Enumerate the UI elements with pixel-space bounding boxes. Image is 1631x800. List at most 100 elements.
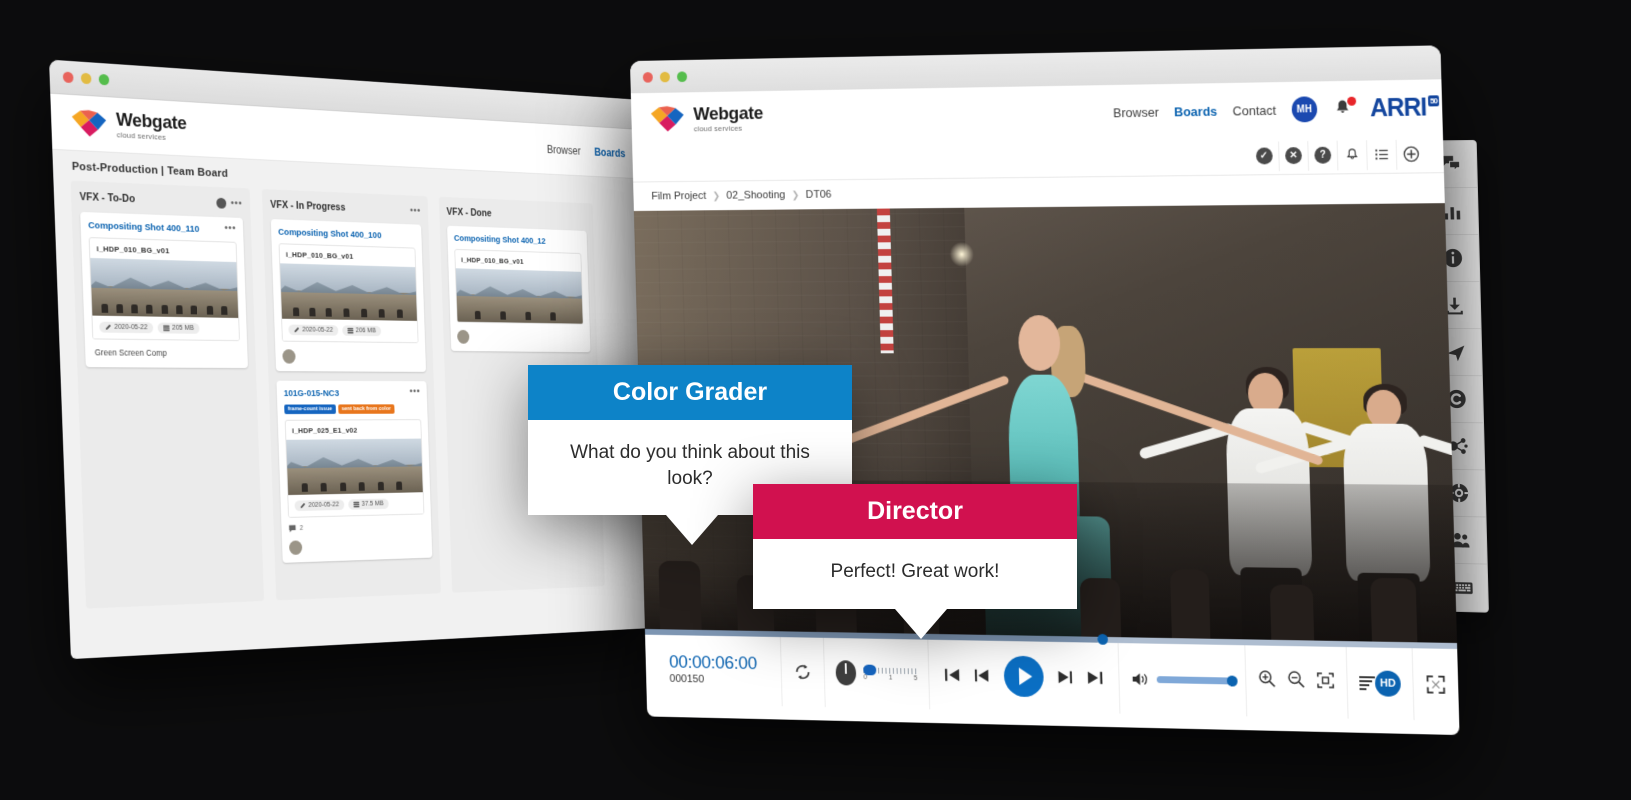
screenshot-stage: Webgate cloud services Browser Boards Po… [0,0,1631,800]
kanban-card[interactable]: 101G-015-NC3 ••• frame-count issue sent … [276,380,433,563]
loop-button[interactable] [780,637,826,708]
speed-label-5: 5 [913,675,918,683]
breadcrumb-item-project[interactable]: Film Project [651,190,706,202]
fit-to-screen-button[interactable] [1316,671,1335,694]
card-asset[interactable]: i_HDP_025_E1_v02 2020-05-22 37.5 MB [284,419,425,518]
card-asset[interactable]: i_HDP_010_BG_v01 2020-05-22 [88,237,240,342]
close-button[interactable] [642,71,653,83]
more-options-icon[interactable]: ••• [230,197,242,209]
size-chip: 37.5 MB [348,498,389,510]
zoom-in-icon [1258,669,1277,688]
asset-meta: 2020-05-22 205 MB [92,315,240,341]
approve-button[interactable]: ✓ [1249,141,1279,171]
asset-thumbnail [455,268,583,324]
asset-meta: 2020-05-22 37.5 MB [288,492,424,517]
toolbar-notifications-button[interactable] [1336,139,1367,170]
webgate-logo-mark [650,106,684,132]
tag-badge[interactable]: sent back from color [337,404,395,414]
callout-role: Color Grader [528,365,852,420]
maximize-button[interactable] [98,73,110,86]
zoom-out-button[interactable] [1287,670,1306,694]
list-view-button[interactable] [1366,139,1397,170]
webgate-logo[interactable]: Webgate cloud services [70,107,187,143]
asset-thumbnail [280,263,417,321]
help-button[interactable]: ? [1307,140,1338,171]
shuttle-control[interactable]: 0 1 5 [835,660,918,687]
more-options-icon[interactable]: ••• [410,205,421,217]
chevron-right-icon: ❯ [712,190,721,202]
avatar[interactable] [457,329,470,344]
speed-scale-labels: 0 1 5 [864,674,918,682]
add-button[interactable] [1395,138,1427,170]
breadcrumb-item-folder[interactable]: 02_Shooting [726,189,785,201]
speed-slider[interactable]: 0 1 5 [863,664,918,682]
card-asset[interactable]: i_HDP_010_BG_v01 2020-05-22 [278,243,419,344]
partner-logo[interactable]: ARRI 50 [1370,93,1440,123]
skip-start-icon [944,668,960,682]
card-more-icon[interactable]: ••• [224,222,236,234]
loop-icon [793,661,814,683]
volume-slider[interactable] [1156,675,1238,687]
chevron-right-icon: ❯ [791,189,800,201]
column-header: VFX - Done [446,206,586,223]
notification-badge [1347,96,1357,106]
kanban-card[interactable]: Compositing Shot 400_100 i_HDP_010_BG_v0… [270,219,427,372]
column-header: VFX - In Progress ••• [270,199,421,216]
webgate-logo[interactable]: Webgate cloud services [649,103,763,133]
avatar[interactable]: MH [1291,96,1318,123]
partner-logo-sup: 50 [1428,94,1440,106]
date-chip: 2020-05-22 [294,499,345,512]
avatar[interactable] [282,349,296,364]
back-nav-browser[interactable]: Browser [547,143,581,157]
maximize-button[interactable] [676,70,688,82]
skip-to-start-button[interactable] [943,666,961,685]
close-button[interactable] [62,71,74,84]
comment-icon [289,525,296,533]
callout-role: Director [753,484,1077,539]
callout-tail [666,515,718,546]
volume-control[interactable] [1131,670,1238,689]
back-nav-boards[interactable]: Boards [594,145,625,159]
kanban-column-todo[interactable]: VFX - To-Do ••• Compositing Shot 400_110… [70,180,265,609]
play-button[interactable] [1003,655,1044,698]
speed-slider-thumb[interactable] [863,664,877,676]
kanban-board-window[interactable]: Webgate cloud services Browser Boards Po… [49,59,656,660]
nav-browser[interactable]: Browser [1113,104,1159,119]
nav-contact[interactable]: Contact [1232,102,1276,117]
step-forward-button[interactable] [1055,668,1073,687]
callout-director: Director Perfect! Great work! [753,484,1077,639]
nav-boards[interactable]: Boards [1174,103,1218,118]
zoom-in-button[interactable] [1258,669,1277,693]
shuttle-knob-icon[interactable] [835,660,857,686]
webgate-logo-mark [71,110,107,137]
main-nav: Browser Boards Contact MH ARRI 50 [1113,93,1440,127]
frame-display: 000150 [669,673,705,686]
skip-to-end-button[interactable] [1085,668,1104,687]
volume-slider-thumb[interactable] [1226,675,1238,687]
kanban-column-in-progress[interactable]: VFX - In Progress ••• Compositing Shot 4… [261,189,441,601]
zoom-out-icon [1287,670,1306,689]
bell-icon [1345,147,1360,162]
timecode-segment: 00:00:06:00 000150 [645,634,783,707]
asset-meta: 2020-05-22 206 MB [282,318,418,343]
brand-name: Webgate [693,103,764,125]
asset-thumbnail [90,257,239,318]
notifications-button[interactable] [1332,96,1357,120]
column-tools[interactable]: ••• [216,197,242,209]
fullscreen-button[interactable] [1413,648,1460,721]
quality-segment[interactable]: HD [1346,647,1415,721]
minimize-button[interactable] [659,71,671,82]
quality-badge[interactable]: HD [1374,670,1402,697]
minimize-button[interactable] [80,72,92,85]
card-asset[interactable]: i_HDP_010_BG_v01 [454,248,584,325]
reject-button[interactable]: ✕ [1278,140,1309,171]
kanban-card[interactable]: Compositing Shot 400_12 i_HDP_010_BG_v01 [447,225,591,353]
avatar[interactable] [288,540,303,556]
kanban-card[interactable]: Compositing Shot 400_110 ••• i_HDP_010_B… [80,211,248,369]
tag-badge[interactable]: frame-count issue [284,404,336,415]
breadcrumb-item-clip[interactable]: DT06 [806,189,832,201]
volume-segment [1118,643,1248,717]
plus-circle-icon [1403,146,1420,163]
card-more-icon[interactable]: ••• [409,386,420,397]
step-back-button[interactable] [973,666,991,685]
